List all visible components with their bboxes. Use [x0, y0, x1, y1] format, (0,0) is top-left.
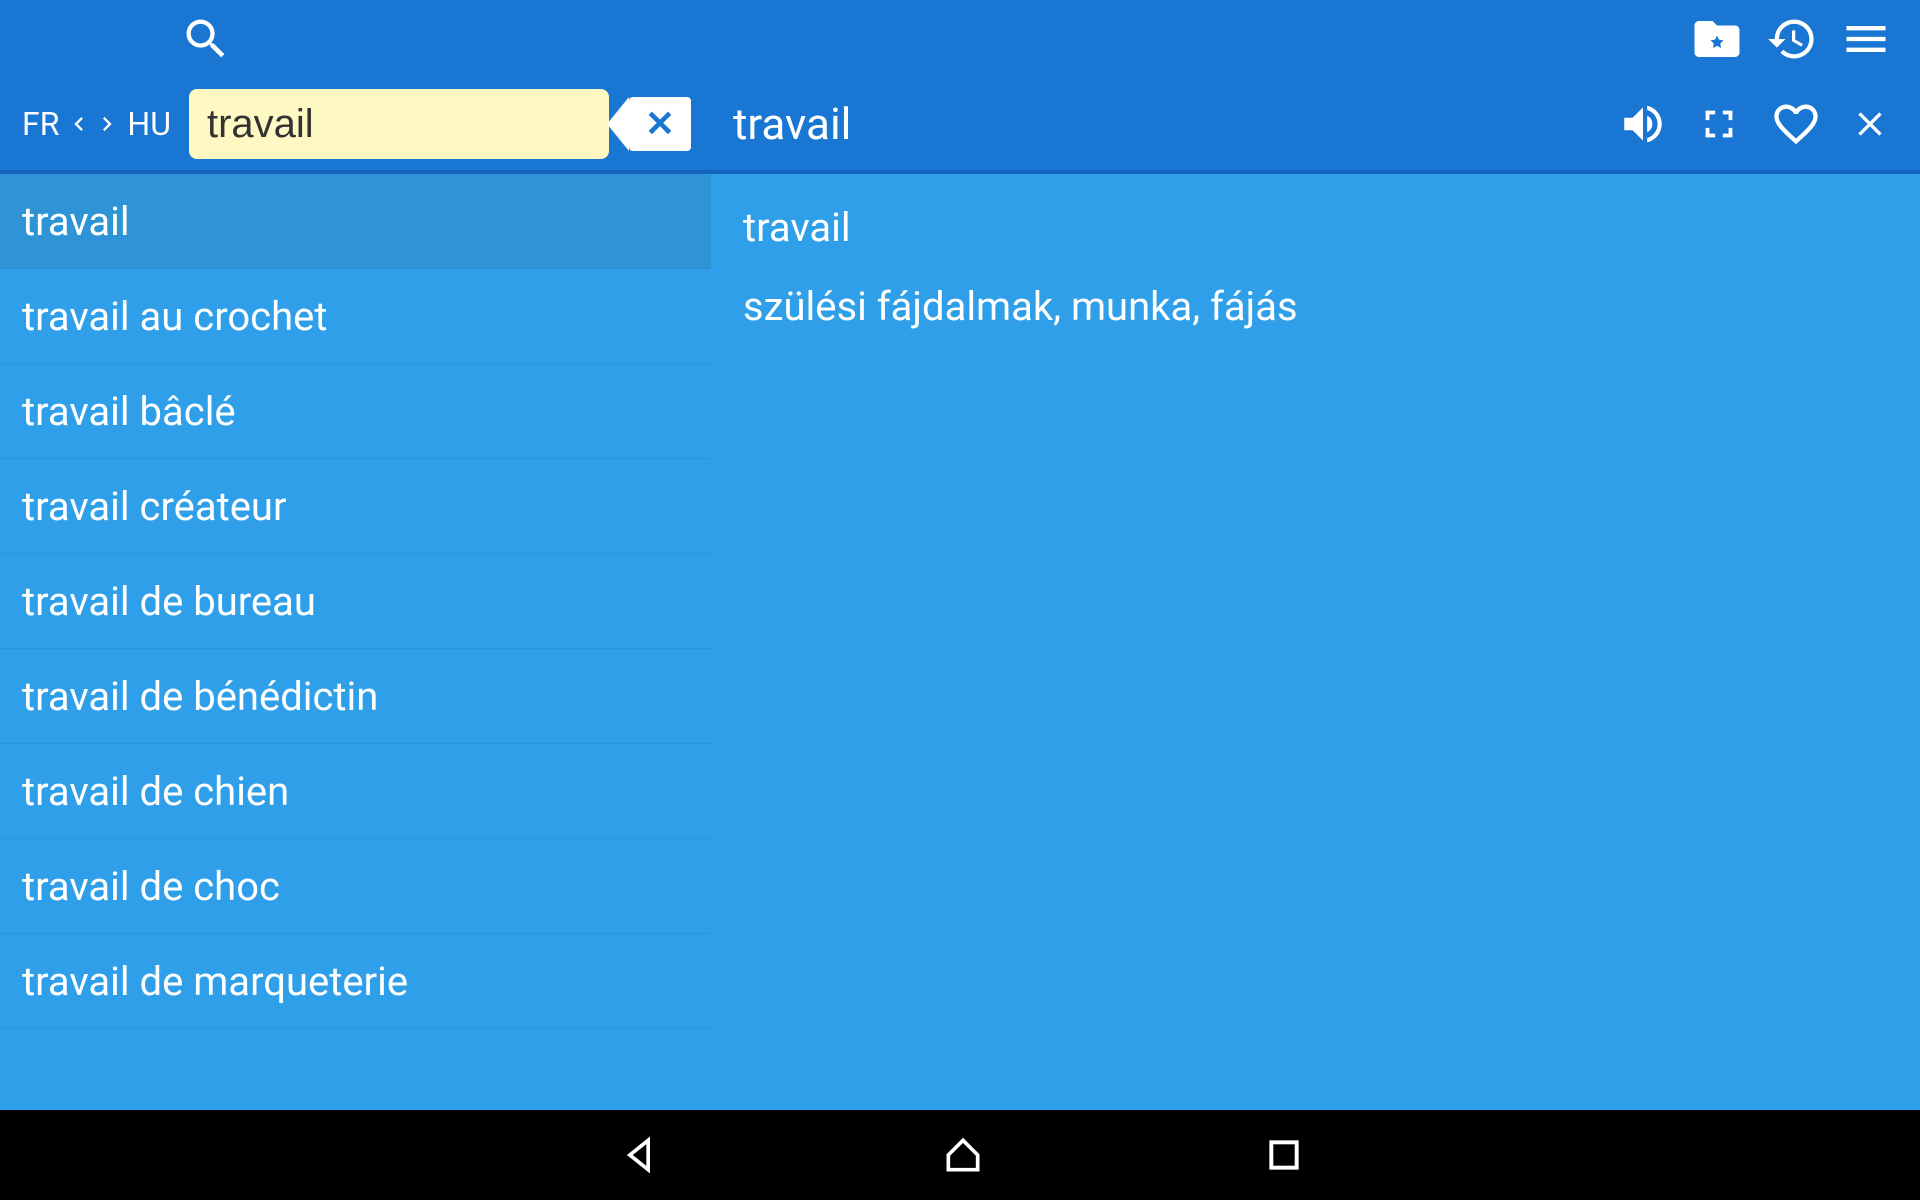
system-nav-bar — [0, 1110, 1920, 1200]
history-icon[interactable] — [1766, 13, 1818, 65]
result-item[interactable]: travail de choc — [0, 839, 711, 934]
close-icon: ✕ — [645, 103, 675, 145]
result-item[interactable]: travail de bureau — [0, 554, 711, 649]
back-button[interactable] — [617, 1133, 661, 1177]
result-item[interactable]: travail de chien — [0, 744, 711, 839]
detail-word: travail — [733, 98, 851, 150]
clear-search-button[interactable]: ✕ — [629, 97, 691, 151]
detail-panel: travail szülési fájdalmak, munka, fájás — [711, 174, 1920, 1110]
result-item[interactable]: travail de bénédictin — [0, 649, 711, 744]
home-button[interactable] — [941, 1133, 985, 1177]
result-item[interactable]: travail — [0, 174, 711, 269]
top-bar — [0, 0, 1920, 78]
favorites-folder-icon[interactable] — [1690, 12, 1744, 66]
result-item[interactable]: travail bâclé — [0, 364, 711, 459]
detail-headword: travail — [743, 204, 1888, 251]
detail-translation: szülési fájdalmak, munka, fájás — [743, 283, 1888, 330]
result-item[interactable]: travail de marqueterie — [0, 934, 711, 1029]
chevron-right-icon — [93, 107, 121, 141]
results-list[interactable]: travailtravail au crochettravail bâclétr… — [0, 174, 711, 1110]
search-bar: FR HU ✕ travail — [0, 78, 1920, 170]
heart-icon[interactable] — [1770, 98, 1822, 150]
speaker-icon[interactable] — [1618, 99, 1668, 149]
menu-icon[interactable] — [1840, 13, 1892, 65]
chevron-left-icon — [65, 107, 93, 141]
target-language: HU — [123, 105, 175, 143]
search-input[interactable] — [189, 89, 609, 159]
language-selector[interactable]: FR HU — [10, 105, 183, 143]
result-item[interactable]: travail au crochet — [0, 269, 711, 364]
main-content: travailtravail au crochettravail bâclétr… — [0, 170, 1920, 1110]
close-detail-icon[interactable] — [1850, 104, 1890, 144]
fullscreen-icon[interactable] — [1696, 101, 1742, 147]
search-icon[interactable] — [180, 13, 232, 65]
recent-apps-button[interactable] — [1265, 1133, 1303, 1177]
result-item[interactable]: travail créateur — [0, 459, 711, 554]
source-language: FR — [18, 105, 63, 143]
